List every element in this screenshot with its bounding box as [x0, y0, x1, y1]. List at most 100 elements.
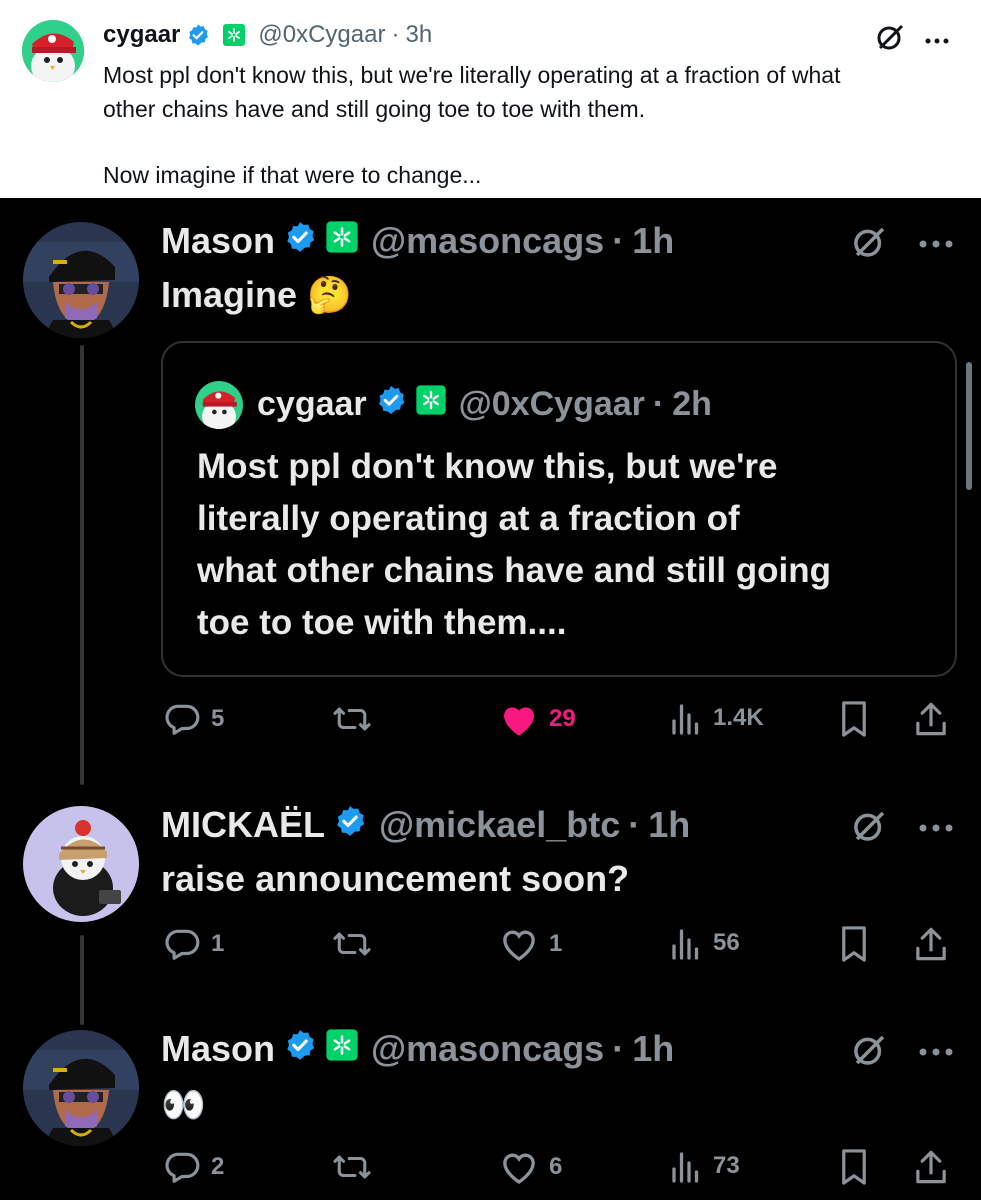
grok-icon[interactable]: [850, 806, 890, 851]
bookmark-icon: [839, 700, 869, 738]
parent-tweet[interactable]: cygaar @0xCygaar · 3h Most ppl don't kno…: [0, 0, 981, 198]
views-icon: [669, 700, 703, 736]
more-icon[interactable]: [918, 820, 954, 838]
heart-icon: [499, 925, 539, 963]
verified-badge-icon: [333, 804, 367, 847]
views-icon: [669, 925, 703, 961]
like-count: 29: [549, 705, 576, 732]
timestamp[interactable]: 1h: [648, 804, 690, 846]
like-button[interactable]: 1: [499, 925, 562, 963]
views-button[interactable]: 56: [669, 925, 740, 961]
repost-icon: [332, 927, 372, 961]
tweet-text: raise announcement soon?: [161, 858, 630, 899]
bookmark-button[interactable]: [839, 1148, 869, 1186]
timestamp[interactable]: 3h: [405, 21, 432, 49]
quoted-text: Most ppl don't know this, but we're lite…: [197, 441, 831, 649]
timestamp[interactable]: 1h: [632, 220, 674, 262]
author-handle[interactable]: @masoncags: [371, 1028, 604, 1070]
quoted-text-line: toe to toe with them....: [197, 603, 567, 642]
reply-button[interactable]: 2: [163, 1148, 224, 1186]
more-icon[interactable]: [925, 32, 949, 50]
like-count: 6: [549, 1153, 563, 1180]
more-icon[interactable]: [918, 1044, 954, 1062]
like-button[interactable]: 6: [499, 1148, 562, 1186]
separator: ·: [652, 384, 665, 423]
affiliate-badge-icon: [325, 220, 359, 263]
verified-badge-icon: [375, 384, 407, 425]
thread-line: [80, 345, 84, 785]
views-count: 73: [713, 1152, 740, 1179]
affiliate-badge-icon: [325, 1028, 359, 1071]
bookmark-button[interactable]: [839, 925, 869, 963]
author-handle[interactable]: @masoncags: [371, 220, 604, 262]
author-handle[interactable]: @mickael_btc: [379, 804, 620, 846]
reply-count: 2: [211, 1153, 225, 1180]
verified-badge-icon: [283, 1028, 317, 1071]
thread-line: [80, 935, 84, 1025]
views-button[interactable]: 73: [669, 1148, 740, 1184]
repost-button[interactable]: [332, 927, 372, 961]
avatar[interactable]: [22, 20, 84, 82]
reply-count: 1: [211, 930, 225, 957]
author-handle[interactable]: @0xCygaar: [459, 385, 645, 424]
author-name[interactable]: Mason: [161, 220, 275, 262]
views-icon: [669, 1148, 703, 1184]
timestamp[interactable]: 1h: [632, 1028, 674, 1070]
reply-icon: [163, 925, 201, 963]
bookmark-icon: [839, 925, 869, 963]
author-name[interactable]: MICKAËL: [161, 804, 325, 846]
avatar[interactable]: [23, 222, 139, 338]
more-icon[interactable]: [918, 236, 954, 254]
grok-icon[interactable]: [850, 222, 890, 267]
separator: ·: [612, 220, 625, 261]
like-count: 1: [549, 930, 563, 957]
reply-icon: [163, 1148, 201, 1186]
timestamp[interactable]: 2h: [672, 385, 712, 424]
quoted-text-line: literally operating at a fraction of: [197, 499, 740, 538]
avatar[interactable]: [23, 806, 139, 922]
tweet-text-line: Now imagine if that were to change...: [103, 162, 482, 188]
views-count: 1.4K: [713, 704, 764, 731]
views-button[interactable]: 1.4K: [669, 700, 764, 736]
share-button[interactable]: [913, 700, 949, 738]
author-name[interactable]: cygaar: [257, 385, 367, 424]
author-name[interactable]: Mason: [161, 1028, 275, 1070]
verified-badge-icon: [186, 23, 210, 47]
repost-button[interactable]: [332, 1150, 372, 1184]
tweet-text: Most ppl don't know this, but we're lite…: [103, 58, 841, 192]
avatar[interactable]: [23, 1030, 139, 1146]
share-button[interactable]: [913, 925, 949, 963]
bookmark-icon: [839, 1148, 869, 1186]
share-icon: [913, 925, 949, 963]
reply-button[interactable]: 1: [163, 925, 224, 963]
share-button[interactable]: [913, 1148, 949, 1186]
reply-icon: [163, 700, 201, 738]
author-handle[interactable]: @0xCygaar: [258, 21, 385, 49]
tweet-text-line: Most ppl don't know this, but we're lite…: [103, 62, 841, 88]
heart-icon: [499, 1148, 539, 1186]
affiliate-badge-icon: [415, 384, 447, 425]
separator: ·: [612, 1028, 625, 1069]
quoted-tweet[interactable]: cygaar @0xCygaar · 2h Most ppl don't kno…: [161, 341, 957, 677]
grok-icon[interactable]: [874, 20, 908, 59]
repost-icon: [332, 702, 372, 736]
grok-icon[interactable]: [850, 1030, 890, 1075]
avatar[interactable]: [195, 381, 243, 429]
quoted-text-line: what other chains have and still going: [197, 551, 831, 590]
scrollbar[interactable]: [966, 362, 972, 490]
bookmark-button[interactable]: [839, 700, 869, 738]
share-icon: [913, 700, 949, 738]
like-button[interactable]: 29: [499, 700, 576, 738]
author-name[interactable]: cygaar: [103, 21, 180, 49]
heart-icon: [499, 700, 539, 738]
share-icon: [913, 1148, 949, 1186]
separator: ·: [628, 804, 641, 845]
repost-button[interactable]: [332, 702, 372, 736]
views-count: 56: [713, 929, 740, 956]
tweet-text: Imagine 🤔: [161, 274, 352, 315]
repost-icon: [332, 1150, 372, 1184]
verified-badge-icon: [283, 220, 317, 263]
tweet-text-line: other chains have and still going toe to…: [103, 96, 646, 122]
reply-count: 5: [211, 705, 225, 732]
reply-button[interactable]: 5: [163, 700, 224, 738]
